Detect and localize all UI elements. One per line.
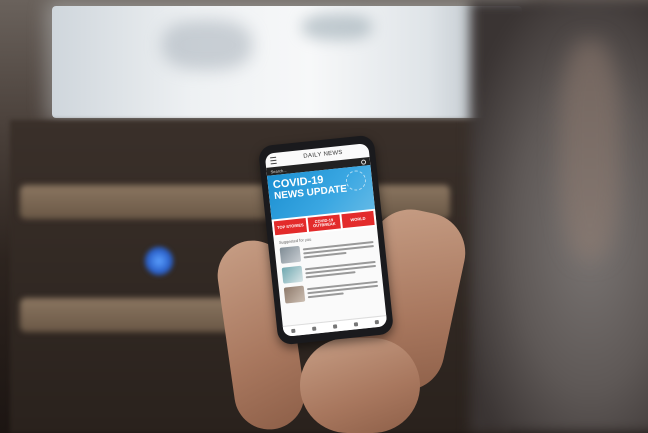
wrist (300, 338, 420, 433)
home-icon[interactable] (291, 328, 296, 334)
photo-scene: DAILY NEWS Search... COVID-19 NEWS UPDAT… (0, 0, 648, 433)
shelf (20, 185, 450, 219)
tile-world[interactable]: WORLD (341, 210, 375, 229)
tile-top-stories[interactable]: TOP STORIES (273, 218, 308, 236)
bottom-tab-bar (282, 315, 388, 337)
plus-icon[interactable] (353, 322, 358, 327)
profile-icon[interactable] (374, 319, 379, 325)
smartphone: DAILY NEWS Search... COVID-19 NEWS UPDAT… (257, 134, 395, 346)
menu-icon[interactable] (270, 156, 277, 164)
background-tv (52, 6, 522, 118)
phone-screen[interactable]: DAILY NEWS Search... COVID-19 NEWS UPDAT… (264, 143, 388, 337)
article-text-lines (306, 279, 379, 300)
person-hair-blur (560, 40, 620, 260)
person-head-blur (470, 0, 648, 433)
search-icon[interactable] (360, 158, 367, 165)
blue-led-light (144, 246, 174, 276)
article-thumbnail (281, 265, 304, 284)
tv-image-blur (302, 14, 372, 40)
search-icon[interactable] (332, 324, 338, 329)
tile-covid-outbreak[interactable]: COVID-19 OUTBREAK (307, 214, 341, 232)
article-thumbnail (279, 245, 302, 264)
tv-image-blur (162, 20, 252, 70)
bookmark-icon[interactable] (312, 326, 317, 331)
article-thumbnail (283, 285, 306, 304)
